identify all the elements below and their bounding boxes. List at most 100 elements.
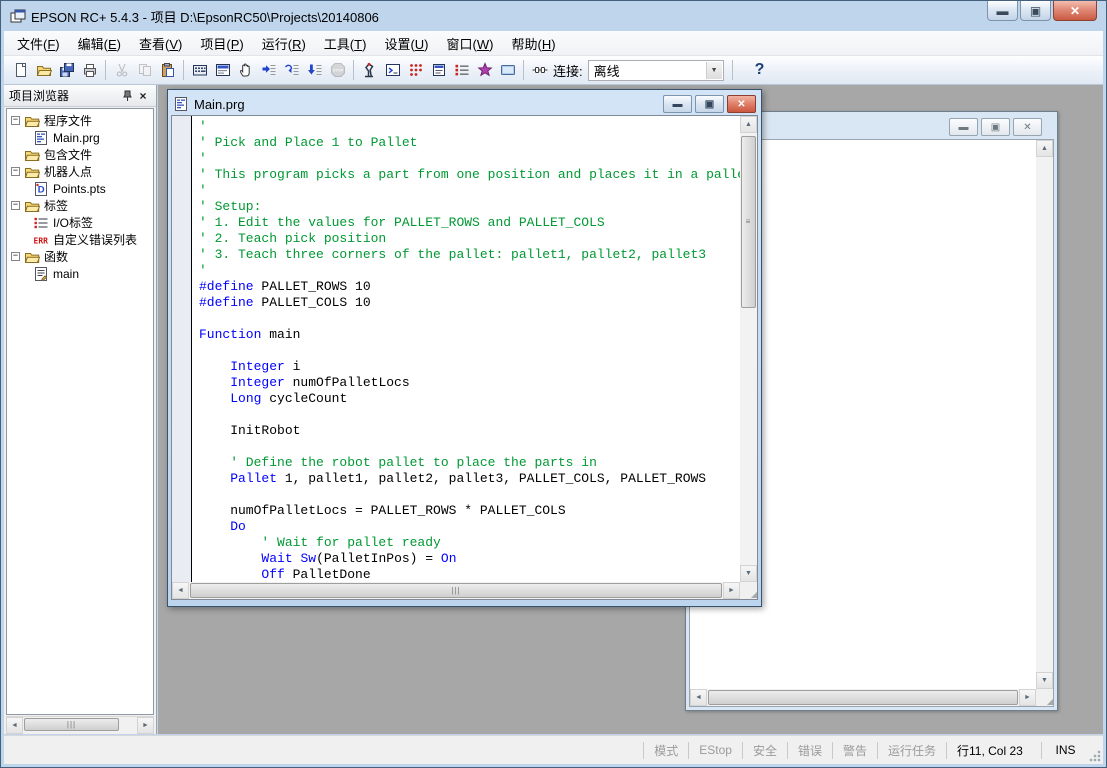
sidebar-horizontal-scrollbar[interactable]: ◄ ► ||| [6, 716, 154, 732]
tree-item-label: Points.pts [53, 182, 106, 196]
pause-hand-icon[interactable] [234, 59, 257, 82]
expander-icon[interactable]: − [11, 252, 20, 261]
io-monitor-icon[interactable] [404, 59, 427, 82]
bg-minimize-button[interactable]: ▬ [949, 118, 978, 136]
maintenance-icon[interactable] [473, 59, 496, 82]
app-title: EPSON RC+ 5.4.3 - 项目 D:\EpsonRC50\Projec… [31, 7, 379, 26]
menu-T[interactable]: 工具(T) [315, 31, 376, 56]
status-indicator: 运行任务 [877, 742, 946, 759]
simulator-icon[interactable] [496, 59, 519, 82]
code-line: InitRobot [199, 423, 740, 439]
app-close-button[interactable]: ✕ [1053, 1, 1097, 21]
save-all-icon[interactable] [55, 59, 78, 82]
step-over-icon[interactable] [280, 59, 303, 82]
connection-select[interactable]: 离线 ▼ [588, 60, 724, 81]
menu-E[interactable]: 编辑(E) [69, 31, 130, 56]
breakpoint-margin[interactable] [172, 116, 192, 582]
app-maximize-button[interactable]: ▣ [1020, 1, 1051, 21]
bg-close-button[interactable]: ✕ [1013, 118, 1042, 136]
tree-item[interactable]: − 标签 [11, 197, 153, 214]
folder-icon [24, 164, 40, 180]
code-line [199, 343, 740, 359]
svg-text:ERR: ERR [34, 236, 49, 245]
task-manager-icon[interactable] [427, 59, 450, 82]
help-button[interactable]: ? [749, 61, 771, 79]
editor-maximize-button[interactable]: ▣ [695, 95, 724, 113]
menu-V[interactable]: 查看(V) [130, 31, 191, 56]
tree-item[interactable]: main [11, 265, 153, 282]
paste-icon[interactable] [156, 59, 179, 82]
open-project-icon[interactable] [32, 59, 55, 82]
editor-close-button[interactable]: ✕ [727, 95, 756, 113]
menu-F[interactable]: 文件(F) [8, 31, 69, 56]
folder-icon [24, 147, 40, 163]
code-area[interactable]: '' Pick and Place 1 to Pallet'' This pro… [193, 116, 740, 582]
print-icon[interactable] [78, 59, 101, 82]
code-line: ' Define the robot pallet to place the p… [199, 455, 740, 471]
connection-icon[interactable] [528, 59, 551, 82]
code-line: ' Setup: [199, 199, 740, 215]
close-icon[interactable]: × [135, 88, 151, 104]
project-explorer-title: 项目浏览器 [9, 87, 69, 104]
app-minimize-button[interactable]: ▬ [987, 1, 1018, 21]
code-line: ' 1. Edit the values for PALLET_ROWS and… [199, 215, 740, 231]
menu-R[interactable]: 运行(R) [253, 31, 315, 56]
tree-item-label: 程序文件 [44, 112, 92, 129]
chevron-down-icon[interactable]: ▼ [706, 62, 722, 79]
code-line [199, 487, 740, 503]
menu-U[interactable]: 设置(U) [375, 31, 437, 56]
tree-item[interactable]: −机器人点 [11, 163, 153, 180]
io-label-editor-icon[interactable] [450, 59, 473, 82]
toolbar: STOP 连接: 离线 ▼ ? [4, 56, 1103, 85]
tree-item[interactable]: ERR自定义错误列表 [11, 231, 153, 248]
command-window-icon[interactable] [381, 59, 404, 82]
menu-P[interactable]: 项目(P) [191, 31, 252, 56]
operator-window-icon[interactable] [211, 59, 234, 82]
tree-item-label: 包含文件 [44, 146, 92, 163]
editor-title-bar: Main.prg ▬ ▣ ✕ [171, 93, 758, 115]
menu-H[interactable]: 帮助(H) [502, 31, 564, 56]
window-resize-grip[interactable] [1089, 750, 1101, 762]
prg-file-icon [173, 96, 189, 112]
code-line: ' [199, 151, 740, 167]
tree-item[interactable]: − 程序文件 [11, 112, 153, 129]
tree-item[interactable]: Main.prg [11, 129, 153, 146]
code-line: Integer i [199, 359, 740, 375]
bg-resize-grip[interactable]: ◢ [1036, 689, 1053, 706]
tree-item[interactable]: −函数 [11, 248, 153, 265]
robot-manager-icon[interactable] [358, 59, 381, 82]
editor-window-title: Main.prg [194, 97, 245, 112]
status-indicator: 错误 [787, 742, 832, 759]
editor-minimize-button[interactable]: ▬ [663, 95, 692, 113]
toolbar-separator [353, 60, 354, 80]
expander-icon[interactable]: − [11, 116, 20, 125]
app-window: { "window": { "title": "EPSON RC+ 5.4.3 … [0, 0, 1107, 768]
editor-window[interactable]: Main.prg ▬ ▣ ✕ '' Pick and Place 1 to Pa… [167, 89, 762, 607]
project-explorer-panel: 项目浏览器 × − 程序文件Main.prg包含文件−机器人点DPoints.pt… [4, 85, 157, 734]
expander-icon[interactable]: − [11, 167, 20, 176]
editor-resize-grip[interactable]: ◢ [740, 582, 757, 599]
step-out-icon[interactable] [303, 59, 326, 82]
code-line [199, 407, 740, 423]
editor-vertical-scrollbar[interactable]: ▲ ▼ ≡ [740, 116, 757, 582]
step-into-icon[interactable] [257, 59, 280, 82]
tree-item-label: 标签 [44, 197, 68, 214]
status-bar: 模式EStop安全错误警告运行任务行11, Col 23INS [4, 735, 1103, 764]
project-tree: − 程序文件Main.prg包含文件−机器人点DPoints.pts − 标签I/O标… [6, 108, 154, 715]
editor-horizontal-scrollbar[interactable]: ◄ ► ||| [172, 582, 740, 599]
bg-horizontal-scrollbar[interactable]: ◄ ► [690, 689, 1036, 706]
folder-icon [24, 113, 40, 129]
code-line: ' [199, 263, 740, 279]
bg-maximize-button[interactable]: ▣ [981, 118, 1010, 136]
new-file-icon[interactable] [9, 59, 32, 82]
copy-icon [133, 59, 156, 82]
tree-item[interactable]: DPoints.pts [11, 180, 153, 197]
tree-item[interactable]: 包含文件 [11, 146, 153, 163]
pin-icon[interactable] [119, 88, 135, 104]
run-window-icon[interactable] [188, 59, 211, 82]
menu-W[interactable]: 窗口(W) [438, 31, 503, 56]
bg-vertical-scrollbar[interactable]: ▲ ▼ [1036, 140, 1053, 689]
tree-item[interactable]: I/O标签 [11, 214, 153, 231]
code-line: Pallet 1, pallet1, pallet2, pallet3, PAL… [199, 471, 740, 487]
expander-icon[interactable]: − [11, 201, 20, 210]
